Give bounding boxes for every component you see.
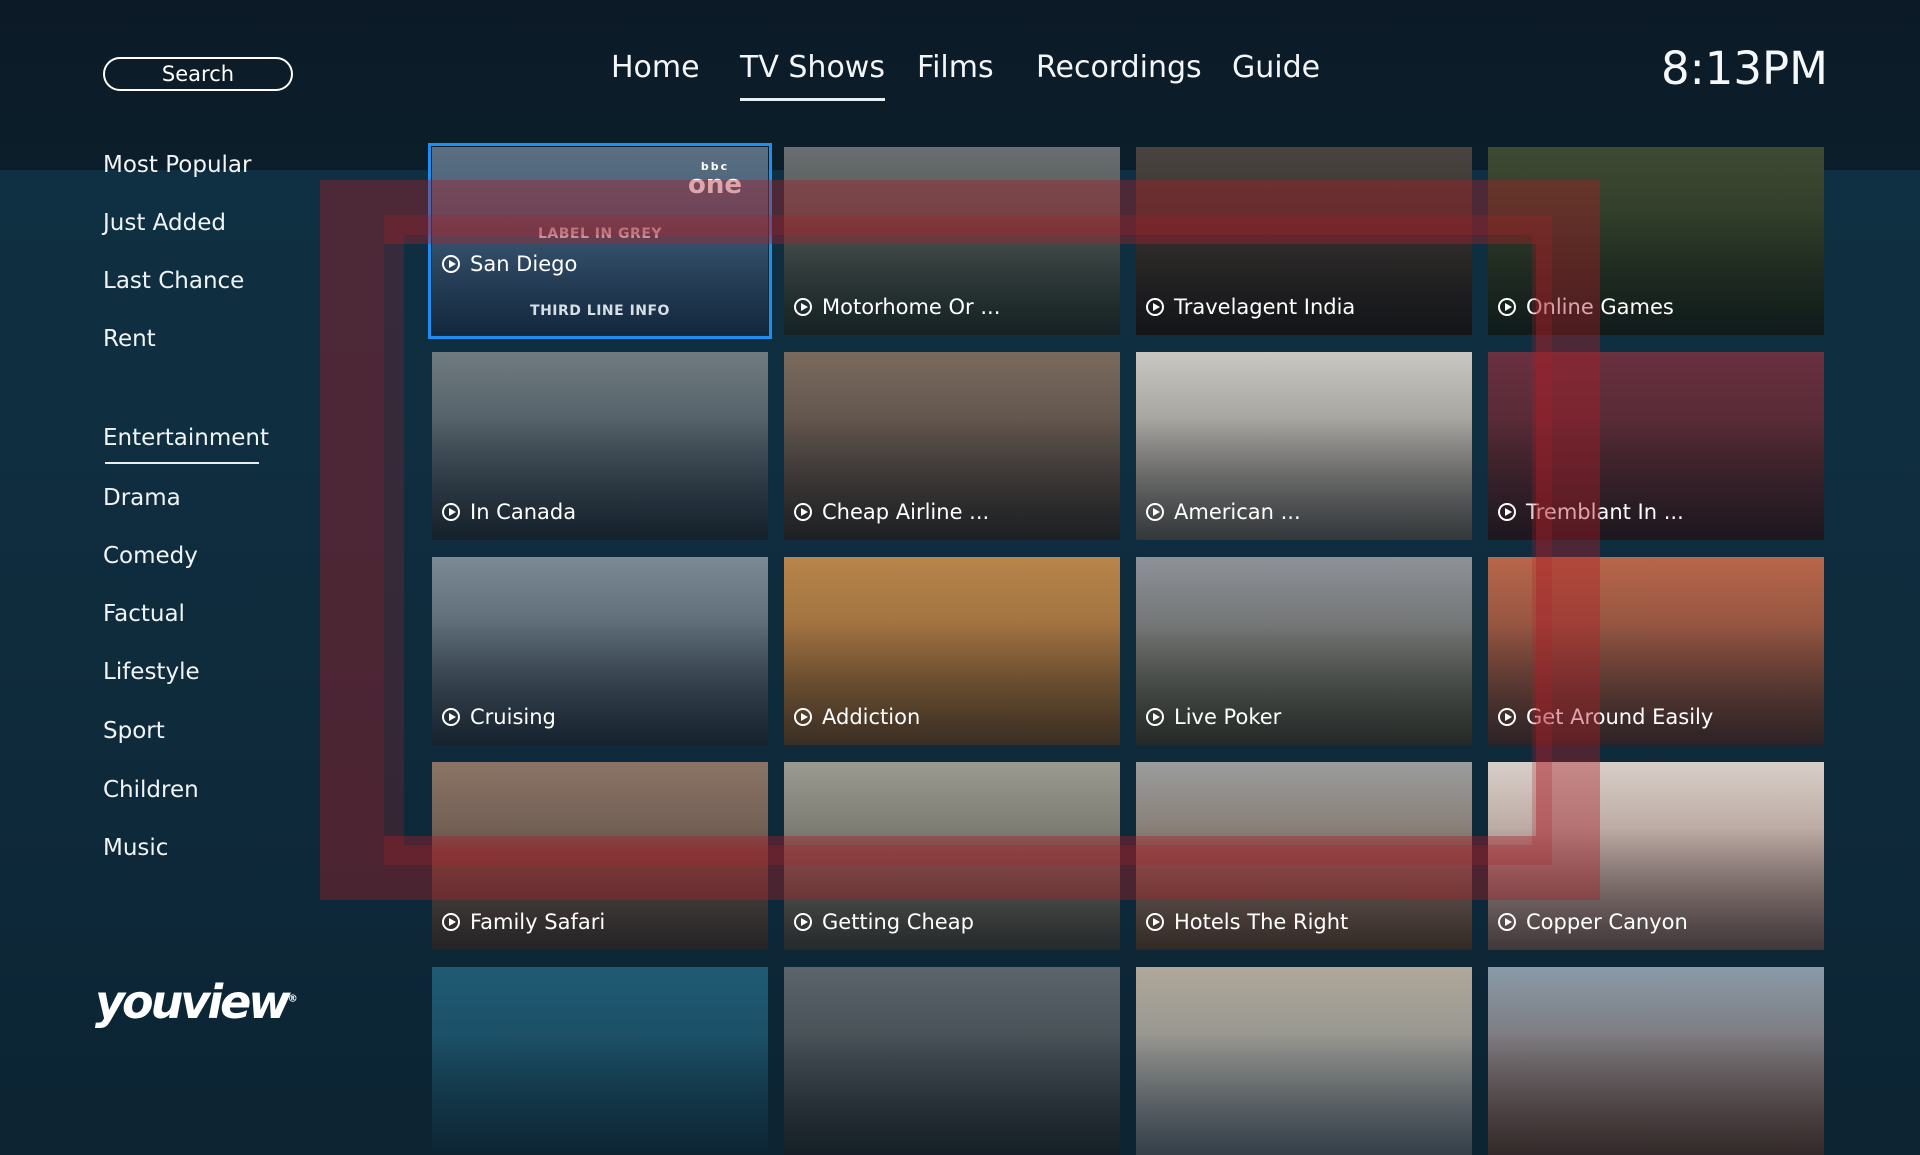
play-icon: [1498, 913, 1516, 931]
tile-shade: [432, 967, 768, 1155]
clock: 8:13PM: [1660, 42, 1828, 95]
tile-title: Copper Canyon: [1498, 910, 1688, 934]
sidebar-item-most-popular[interactable]: Most Popular: [103, 152, 251, 178]
nav-guide[interactable]: Guide: [1232, 50, 1320, 85]
sidebar-item-music[interactable]: Music: [103, 835, 168, 861]
search-label: Search: [161, 62, 235, 86]
tile-title-text: Copper Canyon: [1526, 910, 1688, 934]
play-icon: [794, 913, 812, 931]
content-tile[interactable]: [432, 967, 768, 1155]
content-tile[interactable]: [1488, 967, 1824, 1155]
sidebar-item-last-chance[interactable]: Last Chance: [103, 268, 244, 294]
play-icon: [1146, 913, 1164, 931]
play-icon: [442, 913, 460, 931]
nav-tv-shows-label: TV Shows: [740, 50, 885, 85]
logo-mark: ®: [287, 993, 298, 1005]
active-genre-underline: [105, 462, 259, 464]
sidebar-item-children[interactable]: Children: [103, 777, 199, 803]
logo-text: youview: [95, 975, 291, 1029]
sidebar-item-drama[interactable]: Drama: [103, 485, 181, 511]
nav-films[interactable]: Films: [917, 50, 994, 85]
tile-title-text: Getting Cheap: [822, 910, 974, 934]
sidebar-item-sport[interactable]: Sport: [103, 718, 165, 744]
nav-home[interactable]: Home: [611, 50, 700, 85]
search-button[interactable]: Search: [103, 57, 293, 91]
active-nav-underline: [740, 98, 885, 101]
content-tile[interactable]: [1136, 967, 1472, 1155]
content-tile[interactable]: [784, 967, 1120, 1155]
safe-area-overlay-inner: [384, 215, 1552, 865]
sidebar-item-entertainment-label: Entertainment: [103, 425, 269, 451]
sidebar-item-lifestyle[interactable]: Lifestyle: [103, 659, 200, 685]
tile-shade: [1488, 967, 1824, 1155]
tile-title: Hotels The Right: [1146, 910, 1348, 934]
tile-title-text: Hotels The Right: [1174, 910, 1349, 934]
nav-tv-shows[interactable]: TV Shows: [740, 50, 885, 101]
tile-title: Getting Cheap: [794, 910, 974, 934]
youview-logo: youview®: [95, 975, 298, 1029]
sidebar-item-factual[interactable]: Factual: [103, 601, 185, 627]
sidebar-item-rent[interactable]: Rent: [103, 326, 156, 352]
sidebar-item-just-added[interactable]: Just Added: [103, 210, 226, 236]
tile-title: Family Safari: [442, 910, 605, 934]
tile-shade: [784, 967, 1120, 1155]
nav-recordings[interactable]: Recordings: [1036, 50, 1202, 85]
sidebar-item-entertainment[interactable]: Entertainment: [103, 425, 269, 464]
sidebar-item-comedy[interactable]: Comedy: [103, 543, 198, 569]
tile-title-text: Family Safari: [470, 910, 606, 934]
tile-shade: [1136, 967, 1472, 1155]
